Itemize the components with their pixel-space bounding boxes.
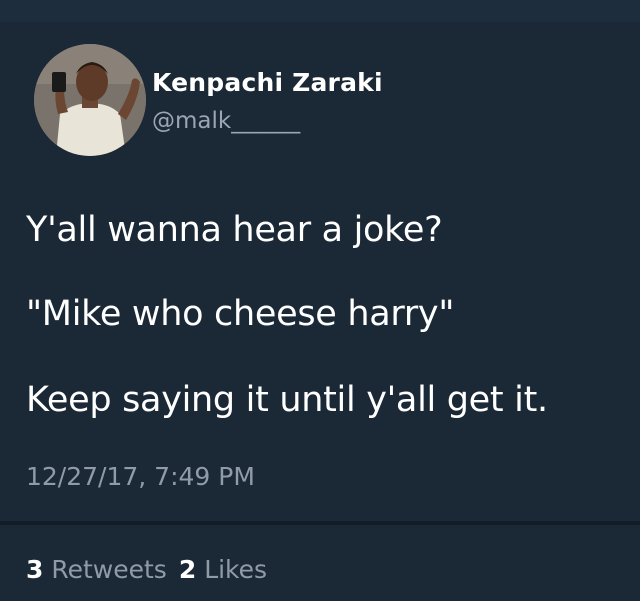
- tweet-text-line-2: "Mike who cheese harry": [26, 294, 455, 334]
- engagement-stats: 3 Retweets 2 Likes: [26, 555, 267, 584]
- tweet-text-line-3: Keep saying it until y'all get it.: [26, 380, 548, 420]
- divider: [0, 521, 640, 525]
- tweet-timestamp[interactable]: 12/27/17, 7:49 PM: [26, 462, 255, 491]
- author-handle[interactable]: @malk______: [152, 108, 300, 134]
- likes-stat[interactable]: 2 Likes: [179, 555, 267, 584]
- retweets-label: Retweets: [51, 555, 167, 584]
- tweet-text-line-1: Y'all wanna hear a joke?: [26, 210, 443, 250]
- top-strip: [0, 0, 640, 22]
- avatar[interactable]: [34, 44, 146, 156]
- retweets-stat[interactable]: 3 Retweets: [26, 555, 167, 584]
- avatar-image: [34, 44, 146, 156]
- retweets-count: 3: [26, 555, 44, 584]
- tweet-card: Kenpachi Zaraki @malk______ Y'all wanna …: [0, 0, 640, 601]
- likes-count: 2: [178, 555, 197, 584]
- likes-label: Likes: [204, 555, 268, 584]
- author-name[interactable]: Kenpachi Zaraki: [152, 68, 383, 97]
